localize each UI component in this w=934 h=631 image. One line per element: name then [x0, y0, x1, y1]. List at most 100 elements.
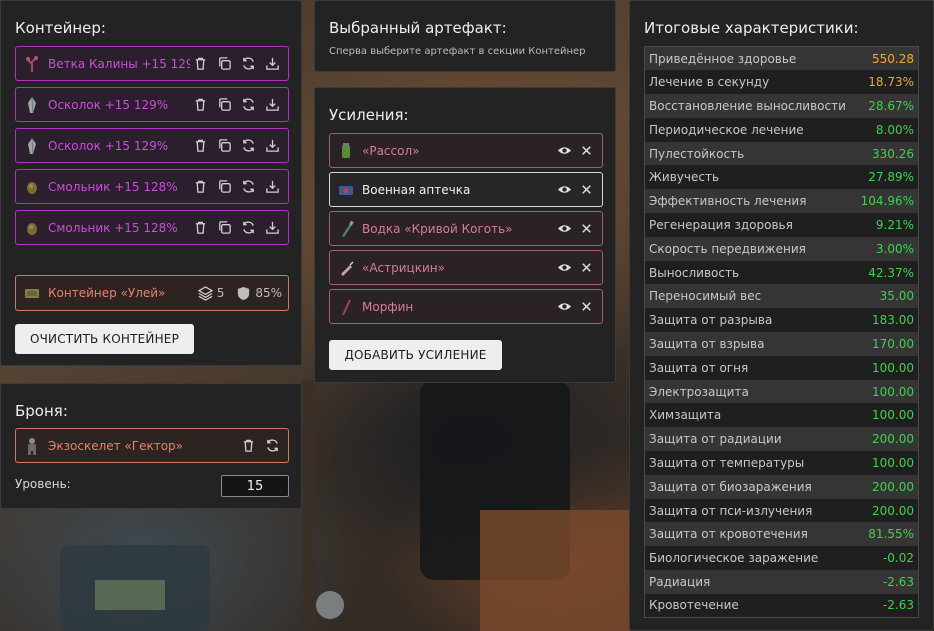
refresh-icon[interactable]	[262, 436, 282, 456]
stat-value: 200.00	[855, 427, 919, 452]
add-boost-button[interactable]: ДОБАВИТЬ УСИЛЕНИЕ	[329, 340, 502, 370]
stat-value: 18.73%	[855, 70, 919, 95]
layers-icon	[197, 285, 213, 301]
stat-row: Электрозащита 100.00	[644, 379, 919, 404]
boosts-title: Усиления:	[329, 106, 409, 124]
selected-artifact-title: Выбранный артефакт:	[329, 19, 507, 37]
resin-icon	[27, 181, 37, 194]
artifact-name: Смольник +15 128%	[48, 179, 178, 194]
trash-icon[interactable]	[190, 177, 210, 197]
close-icon[interactable]	[576, 141, 596, 161]
resin-icon	[27, 222, 37, 235]
stat-row: Регенерация здоровья 9.21%	[644, 213, 919, 237]
stat-row: Защита от температуры 100.00	[644, 451, 919, 475]
stat-value: 200.00	[855, 474, 919, 499]
stat-row: Химзащита 100.00	[644, 403, 919, 428]
armor-item[interactable]: Экзоскелет «Гектор»	[15, 428, 289, 463]
artifact-actions	[190, 177, 282, 197]
boost-row[interactable]: «Астрицкин»	[329, 250, 603, 285]
jar-icon	[342, 142, 350, 158]
stat-row: Кровотечение -2.63	[644, 593, 919, 618]
trash-icon[interactable]	[190, 95, 210, 115]
boost-name: Морфин	[362, 299, 414, 314]
copy-icon[interactable]	[214, 54, 234, 74]
stat-row: Эффективность лечения 104.96%	[644, 189, 919, 214]
refresh-icon[interactable]	[238, 54, 258, 74]
download-icon[interactable]	[262, 218, 282, 238]
stats-table: Приведённое здоровье 550.28 Лечение в секу…	[644, 46, 919, 619]
medkit-icon	[339, 185, 353, 195]
copy-icon[interactable]	[214, 95, 234, 115]
container-item[interactable]: Контейнер «Улей» 5 85%	[15, 275, 289, 311]
boosts-panel: Усиления: «Рассол» Военная аптечка Водка «…	[314, 87, 616, 383]
download-icon[interactable]	[262, 177, 282, 197]
refresh-icon[interactable]	[238, 218, 258, 238]
eye-icon[interactable]	[554, 141, 574, 161]
stat-value: 200.00	[855, 498, 919, 523]
boost-row[interactable]: Морфин	[329, 289, 603, 324]
artifact-row[interactable]: Осколок +15 129%	[15, 87, 289, 122]
trash-icon[interactable]	[190, 136, 210, 156]
stat-row: Периодическое лечение 8.00%	[644, 117, 919, 142]
artifact-actions	[190, 218, 282, 238]
stat-row: Переносимый вес 35.00	[644, 284, 919, 309]
copy-icon[interactable]	[214, 177, 234, 197]
armor-title: Броня:	[15, 402, 68, 420]
stat-name: Выносливость	[644, 260, 856, 285]
trash-icon[interactable]	[238, 436, 258, 456]
stat-name: Защита от кровотечения	[644, 522, 856, 547]
download-icon[interactable]	[262, 54, 282, 74]
eye-icon[interactable]	[554, 297, 574, 317]
refresh-icon[interactable]	[238, 136, 258, 156]
container-panel: Контейнер: Ветка Калины +15 129% Осколок …	[0, 0, 302, 366]
close-icon[interactable]	[576, 180, 596, 200]
eye-icon[interactable]	[554, 258, 574, 278]
stat-row: Лечение в секунду 18.73%	[644, 70, 919, 95]
armor-panel: Броня: Экзоскелет «Гектор» Уровень:	[0, 383, 302, 509]
boost-actions	[554, 219, 596, 239]
stat-name: Регенерация здоровья	[644, 213, 856, 237]
refresh-icon[interactable]	[238, 177, 258, 197]
artifact-row[interactable]: Смольник +15 128%	[15, 210, 289, 245]
stat-name: Защита от биозаражения	[644, 474, 856, 499]
clear-container-button[interactable]: ОЧИСТИТЬ КОНТЕЙНЕР	[15, 324, 194, 354]
refresh-icon[interactable]	[238, 95, 258, 115]
trash-icon[interactable]	[190, 54, 210, 74]
bottle-icon	[342, 220, 354, 237]
stat-row: Защита от биозаражения 200.00	[644, 474, 919, 499]
shard-icon	[28, 137, 36, 154]
boost-row[interactable]: Военная аптечка	[329, 172, 603, 207]
stat-row: Защита от взрыва 170.00	[644, 332, 919, 356]
level-input[interactable]	[221, 475, 289, 497]
download-icon[interactable]	[262, 136, 282, 156]
boost-row[interactable]: «Рассол»	[329, 133, 603, 168]
stat-name: Защита от температуры	[644, 451, 856, 475]
container-stats: 5 85%	[197, 285, 282, 301]
boost-name: Водка «Кривой Коготь»	[362, 221, 513, 236]
close-icon[interactable]	[576, 258, 596, 278]
branch-icon	[26, 55, 38, 72]
close-icon[interactable]	[576, 219, 596, 239]
artifact-row[interactable]: Осколок +15 129%	[15, 128, 289, 163]
stat-row: Восстановление выносливости 28.67%	[644, 94, 919, 118]
armor-item-name: Экзоскелет «Гектор»	[48, 438, 184, 453]
close-icon[interactable]	[576, 297, 596, 317]
stat-value: 28.67%	[855, 94, 919, 118]
download-icon[interactable]	[262, 95, 282, 115]
artifact-row[interactable]: Смольник +15 128%	[15, 169, 289, 204]
artifact-row[interactable]: Ветка Калины +15 129%	[15, 46, 289, 81]
boost-actions	[554, 297, 596, 317]
eye-icon[interactable]	[554, 219, 574, 239]
syringe-icon	[341, 260, 354, 276]
stat-name: Защита от взрыва	[644, 332, 856, 356]
boost-row[interactable]: Водка «Кривой Коготь»	[329, 211, 603, 246]
artifact-name: Смольник +15 128%	[48, 220, 178, 235]
trash-icon[interactable]	[190, 218, 210, 238]
artifact-name: Ветка Калины +15 129%	[48, 56, 190, 71]
copy-icon[interactable]	[214, 136, 234, 156]
eye-icon[interactable]	[554, 180, 574, 200]
stat-row: Защита от кровотечения 81.55%	[644, 522, 919, 547]
stat-row: Защита от пси-излучения 200.00	[644, 498, 919, 523]
copy-icon[interactable]	[214, 218, 234, 238]
shard-icon	[28, 96, 36, 113]
